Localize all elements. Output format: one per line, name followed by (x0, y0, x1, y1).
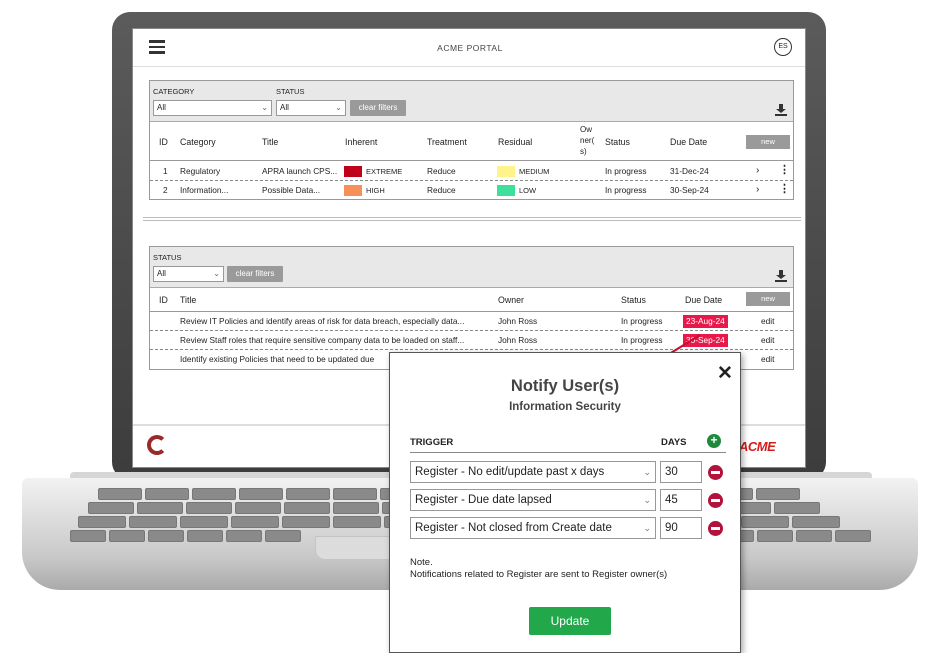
modal-subtitle: Information Security (509, 401, 621, 413)
add-icon[interactable]: + (707, 434, 721, 448)
remove-icon[interactable] (708, 521, 723, 536)
days-input[interactable]: 45 (660, 489, 702, 511)
trigger-value: Register - No edit/update past x days (415, 466, 605, 478)
trigger-value: Register - Due date lapsed (415, 494, 552, 506)
remove-icon[interactable] (708, 465, 723, 480)
chevron-down-icon: ⌄ (643, 467, 651, 477)
modal-title: Notify User(s) (510, 377, 620, 395)
chevron-down-icon: ⌄ (643, 495, 651, 505)
trigger-select[interactable]: Register - No edit/update past x days ⌄ (410, 461, 656, 483)
remove-icon[interactable] (708, 493, 723, 508)
trigger-select[interactable]: Register - Not closed from Create date ⌄ (410, 517, 656, 539)
note-text: Notifications related to Register are se… (410, 569, 668, 580)
update-button[interactable]: Update (529, 607, 611, 635)
days-input[interactable]: 90 (660, 517, 702, 539)
notify-users-modal: ✕ Notify User(s) Information Security TR… (389, 352, 741, 653)
trigger-column-header: TRIGGER (410, 437, 454, 448)
note-title: Note. (410, 557, 433, 568)
laptop-mockup: ACME PORTAL ES CATEGORY All ⌄ STATUS All ⌄… (0, 0, 941, 653)
days-input[interactable]: 30 (660, 461, 702, 483)
header-divider (410, 452, 726, 453)
days-column-header: DAYS (661, 437, 687, 448)
chevron-down-icon: ⌄ (643, 523, 651, 533)
trigger-select[interactable]: Register - Due date lapsed ⌄ (410, 489, 656, 511)
trigger-value: Register - Not closed from Create date (415, 522, 612, 534)
